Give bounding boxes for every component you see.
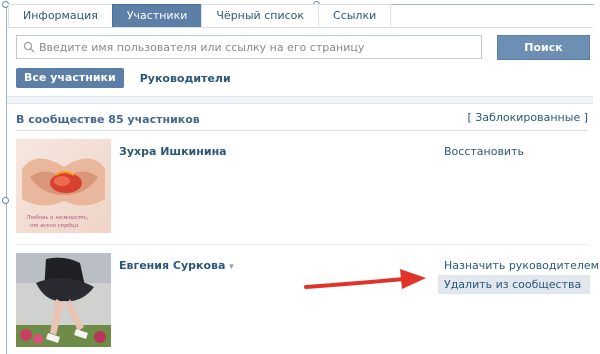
tab-info[interactable]: Информация (8, 4, 113, 28)
chevron-down-icon[interactable]: ▾ (229, 262, 234, 272)
search-input[interactable]: Введите имя пользователя или ссылку на е… (16, 35, 482, 59)
search-row: Введите имя пользователя или ссылку на е… (16, 35, 590, 61)
search-icon (23, 41, 35, 53)
search-button[interactable]: Поиск (497, 35, 590, 60)
section-divider (7, 96, 593, 104)
blocked-users-link[interactable]: [ Заблокированные ] (468, 111, 588, 124)
member-name[interactable]: Евгения Суркова ▾ (119, 259, 234, 272)
selection-handle[interactable] (2, 197, 9, 204)
tab-blacklist[interactable]: Чёрный список (201, 4, 320, 28)
tab-bar: Информация Участники Чёрный список Ссылк… (8, 4, 392, 28)
member-filter: Все участники Руководители (16, 67, 231, 89)
header-divider (16, 130, 588, 131)
member-name[interactable]: Зухра Ишкинина (119, 145, 227, 158)
tab-members[interactable]: Участники (111, 4, 203, 28)
svg-text:от всего сердца: от всего сердца (30, 223, 78, 229)
restore-member-link[interactable]: Восстановить (444, 145, 524, 158)
member-row: Любовь и нежность, от всего сердца Зухра… (16, 139, 588, 237)
annotation-arrow-icon (304, 269, 426, 289)
make-leader-link[interactable]: Назначить руководителем (444, 259, 599, 272)
tabs-divider (7, 27, 593, 28)
member-name-text: Евгения Суркова (119, 259, 226, 272)
filter-all-members[interactable]: Все участники (16, 68, 124, 88)
tab-links[interactable]: Ссылки (318, 4, 392, 28)
members-count-title: В сообществе 85 участников (16, 113, 200, 126)
avatar[interactable] (16, 253, 111, 347)
filter-leaders[interactable]: Руководители (140, 72, 231, 85)
search-placeholder: Введите имя пользователя или ссылку на е… (39, 41, 365, 54)
avatar[interactable]: Любовь и нежность, от всего сердца (16, 139, 111, 233)
remove-from-community-link[interactable]: Удалить из сообщества (444, 278, 581, 291)
member-divider (16, 244, 588, 245)
svg-text:Любовь и нежность,: Любовь и нежность, (25, 214, 89, 221)
